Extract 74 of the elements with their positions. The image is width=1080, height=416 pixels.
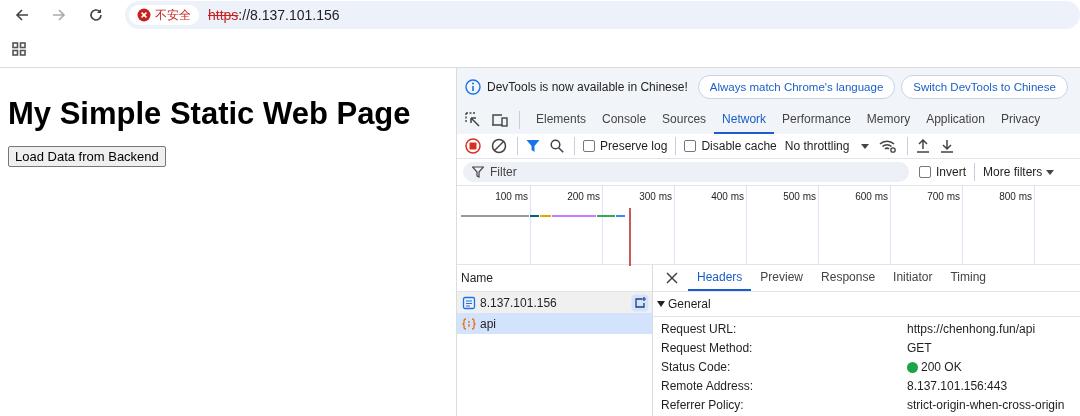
back-icon[interactable] [14, 7, 30, 23]
reload-icon[interactable] [88, 7, 104, 23]
header-value: https://chenhong.fun/api [907, 321, 1036, 337]
tick-label: 300 ms [639, 191, 672, 202]
header-value: strict-origin-when-cross-origin [907, 397, 1065, 413]
checkbox[interactable] [919, 166, 931, 178]
disclosure-triangle-icon [657, 300, 665, 308]
panel-tab[interactable]: Memory [858, 106, 919, 134]
tick-label: 100 ms [495, 191, 528, 202]
apps-grid-icon[interactable] [12, 41, 26, 56]
status-dot-icon [907, 361, 918, 373]
download-icon[interactable] [940, 139, 955, 153]
panel-tab[interactable]: Elements [528, 106, 595, 134]
request-row[interactable]: 8.137.101.156 [457, 292, 652, 313]
filter-icon[interactable] [526, 139, 540, 153]
tick-label: 700 ms [927, 191, 960, 202]
panel-tab[interactable]: Sources [654, 106, 715, 134]
header-name: Referrer Policy: [661, 397, 745, 413]
upload-icon[interactable] [916, 139, 931, 153]
request-row[interactable]: api [457, 313, 652, 334]
document-icon [462, 295, 476, 310]
info-message: DevTools is now available in Chinese! [487, 80, 688, 94]
detail-tab[interactable]: Headers [688, 265, 752, 291]
clear-icon[interactable] [491, 138, 507, 154]
dropdown-caret-icon [1046, 169, 1055, 175]
detail-tab[interactable]: Initiator [884, 265, 942, 291]
page-heading: My Simple Static Web Page [8, 96, 412, 132]
panel-tab[interactable]: Network [714, 106, 775, 134]
security-label: 不安全 [155, 6, 191, 24]
header-name: Request URL: [661, 321, 738, 337]
header-value: 200 OK [921, 359, 962, 375]
load-data-button[interactable]: Load Data from Backend [8, 146, 166, 167]
address-bar[interactable]: 不安全 https://8.137.101.156 [125, 1, 1080, 29]
throttling-dropdown[interactable]: No throttling [784, 139, 870, 153]
tick-label: 400 ms [711, 191, 744, 202]
inspect-element-icon[interactable] [465, 112, 481, 128]
header-value: 8.137.101.156:443 [907, 378, 1008, 394]
dropdown-caret-icon [861, 143, 870, 149]
device-toolbar-icon[interactable] [491, 112, 509, 128]
network-conditions-icon[interactable] [879, 139, 898, 153]
detail-tab[interactable]: Timing [941, 265, 995, 291]
header-name: Status Code: [661, 359, 732, 375]
code-icon [462, 316, 476, 331]
tick-label: 800 ms [999, 191, 1032, 202]
checkbox[interactable] [684, 140, 697, 152]
detail-tab[interactable]: Response [812, 265, 885, 291]
checkbox-label[interactable]: Invert [936, 165, 966, 179]
header-value: GET [907, 340, 932, 356]
checkbox[interactable] [583, 140, 595, 152]
tick-label: 500 ms [783, 191, 816, 202]
checkbox-label[interactable]: Preserve log [600, 139, 668, 153]
checkbox-label[interactable]: Disable cache [701, 139, 777, 153]
section-header[interactable]: General [653, 292, 1080, 317]
close-icon[interactable] [666, 272, 678, 284]
search-icon[interactable] [550, 139, 564, 153]
language-button[interactable]: Switch DevTools to Chinese [901, 75, 1068, 99]
panel-tab[interactable]: Performance [774, 106, 859, 134]
url-text: https://8.137.101.156 [208, 7, 340, 23]
panel-tab[interactable]: Console [594, 106, 655, 134]
language-button[interactable]: Always match Chrome's language [697, 75, 896, 99]
tick-label: 600 ms [855, 191, 888, 202]
header-name: Remote Address: [661, 378, 755, 394]
tick-label: 200 ms [567, 191, 600, 202]
record-stop-icon[interactable] [465, 138, 481, 154]
more-filters-dropdown[interactable]: More filters [983, 165, 1055, 179]
panel-tab[interactable]: Application [918, 106, 993, 134]
filter-field[interactable]: Filter [463, 162, 909, 182]
panel-tab[interactable]: Privacy [992, 106, 1049, 134]
detail-tab[interactable]: Preview [751, 265, 813, 291]
info-icon [465, 79, 481, 95]
warning-icon [137, 8, 151, 22]
reveal-button-icon[interactable] [631, 293, 649, 312]
security-chip[interactable]: 不安全 [129, 5, 199, 25]
header-name: Request Method: [661, 340, 754, 356]
